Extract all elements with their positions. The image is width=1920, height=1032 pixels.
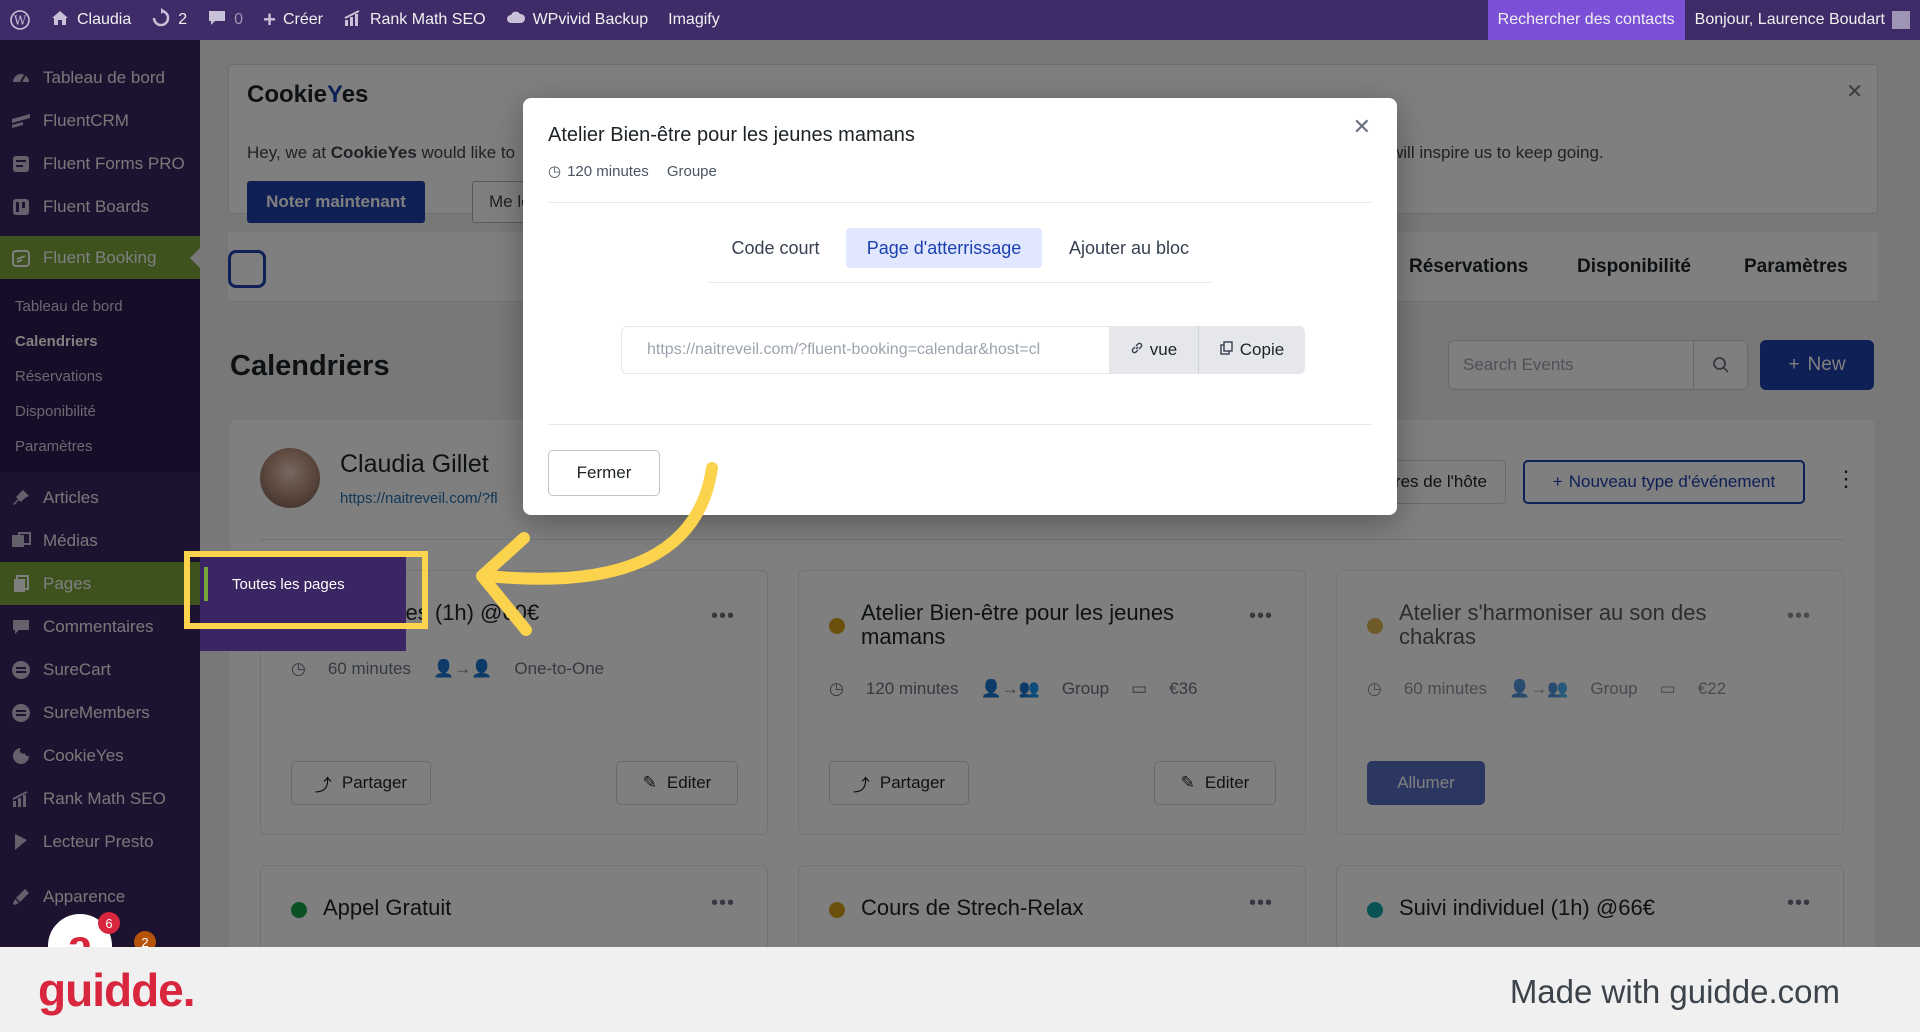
site-name: Claudia [77,11,132,28]
view-button[interactable]: vue [1109,326,1199,374]
modal-type: Groupe [666,162,717,180]
made-with-label: Made with guidde.com [1509,973,1840,1010]
imagify-link[interactable]: Imagify [658,0,730,40]
modal-meta: ◷ 120 minutes Groupe [548,162,717,181]
refresh-icon [151,7,171,33]
wpvivid-label: WPvivid Backup [532,11,649,28]
updates-count: 2 [178,11,188,28]
admin-bar: W Claudia 2 0 + Créer Rank Math SEO WPvi… [0,0,1920,40]
rankmath-link[interactable]: Rank Math SEO [333,0,496,40]
tab-add-to-block[interactable]: Ajouter au bloc [1046,228,1212,268]
svg-text:W: W [14,14,27,28]
modal-duration: 120 minutes [567,162,649,180]
guidde-logo: guidde. [38,964,196,1016]
plus-icon: + [263,7,276,32]
modal-title: Atelier Bien-être pour les jeunes mamans [548,124,915,146]
divider [548,202,1372,203]
search-contacts-label: Rechercher des contacts [1497,11,1675,28]
highlight-box [184,551,428,629]
copy-icon [1220,340,1234,360]
create-link[interactable]: + Créer [253,0,333,40]
tab-landing-page[interactable]: Page d'atterrissage [846,228,1042,268]
greeting-label: Bonjour, Laurence Boudart [1694,11,1885,28]
wpvivid-link[interactable]: WPvivid Backup [496,0,659,40]
cloud-icon [506,8,526,33]
landing-url-field[interactable]: https://naitreveil.com/?fluent-booking=c… [621,326,1116,374]
copy-label: Copie [1239,340,1285,359]
comments-link[interactable]: 0 [197,0,253,40]
comment-icon [207,8,227,33]
search-contacts-button[interactable]: Rechercher des contacts [1487,0,1685,40]
imagify-label: Imagify [668,11,720,28]
share-tabs: Code court Page d'atterrissage Ajouter a… [708,228,1212,283]
updates-link[interactable]: 2 [141,0,197,40]
user-greeting[interactable]: Bonjour, Laurence Boudart [1685,0,1920,40]
rankmath-icon [343,8,363,33]
view-label: vue [1149,340,1178,359]
site-name-link[interactable]: Claudia [40,0,141,40]
close-icon[interactable]: ✕ [1353,114,1371,140]
copy-button[interactable]: Copie [1199,326,1305,374]
rankmath-label: Rank Math SEO [369,11,486,28]
create-label: Créer [282,11,323,28]
tab-shortcode[interactable]: Code court [708,228,843,268]
wordpress-logo-icon[interactable]: W [0,0,40,40]
pointer-arrow-icon [476,462,718,636]
notification-badge: 6 [98,912,120,934]
home-icon [50,8,70,33]
link-icon [1130,340,1144,360]
clock-icon: ◷ [548,163,562,180]
divider [548,424,1372,425]
user-avatar [1892,11,1910,29]
guidde-footer: guidde. Made with guidde.com [0,947,1920,1032]
comments-count: 0 [234,11,244,28]
